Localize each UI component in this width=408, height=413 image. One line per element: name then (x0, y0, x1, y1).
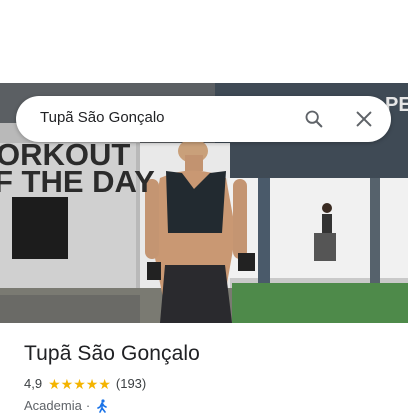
search-icon[interactable] (303, 108, 325, 130)
search-bar[interactable]: Tupã São Gonçalo (16, 96, 391, 142)
star-icon: ★ (48, 375, 61, 392)
top-blank-area (0, 0, 408, 83)
rating-row[interactable]: 4,9 ★ ★ ★ ★ ★ (193) (24, 376, 146, 391)
close-icon[interactable] (353, 108, 375, 130)
walking-person-icon (97, 398, 107, 413)
star-icon: ★ (60, 375, 74, 392)
star-icon: ★ (98, 375, 111, 392)
rating-value: 4,9 (24, 376, 43, 391)
star-icon: ★ (85, 375, 99, 392)
place-category: Academia (24, 398, 82, 413)
star-rating: ★ ★ ★ ★ ★ (48, 377, 111, 391)
category-row: Academia · (24, 398, 108, 413)
search-input[interactable]: Tupã São Gonçalo (40, 109, 165, 126)
star-icon: ★ (73, 375, 86, 392)
place-title: Tupã São Gonçalo (24, 342, 200, 365)
separator: · (85, 398, 91, 413)
wall-lettering-line2: F THE DAY (0, 164, 155, 199)
review-count[interactable]: (193) (116, 376, 146, 391)
